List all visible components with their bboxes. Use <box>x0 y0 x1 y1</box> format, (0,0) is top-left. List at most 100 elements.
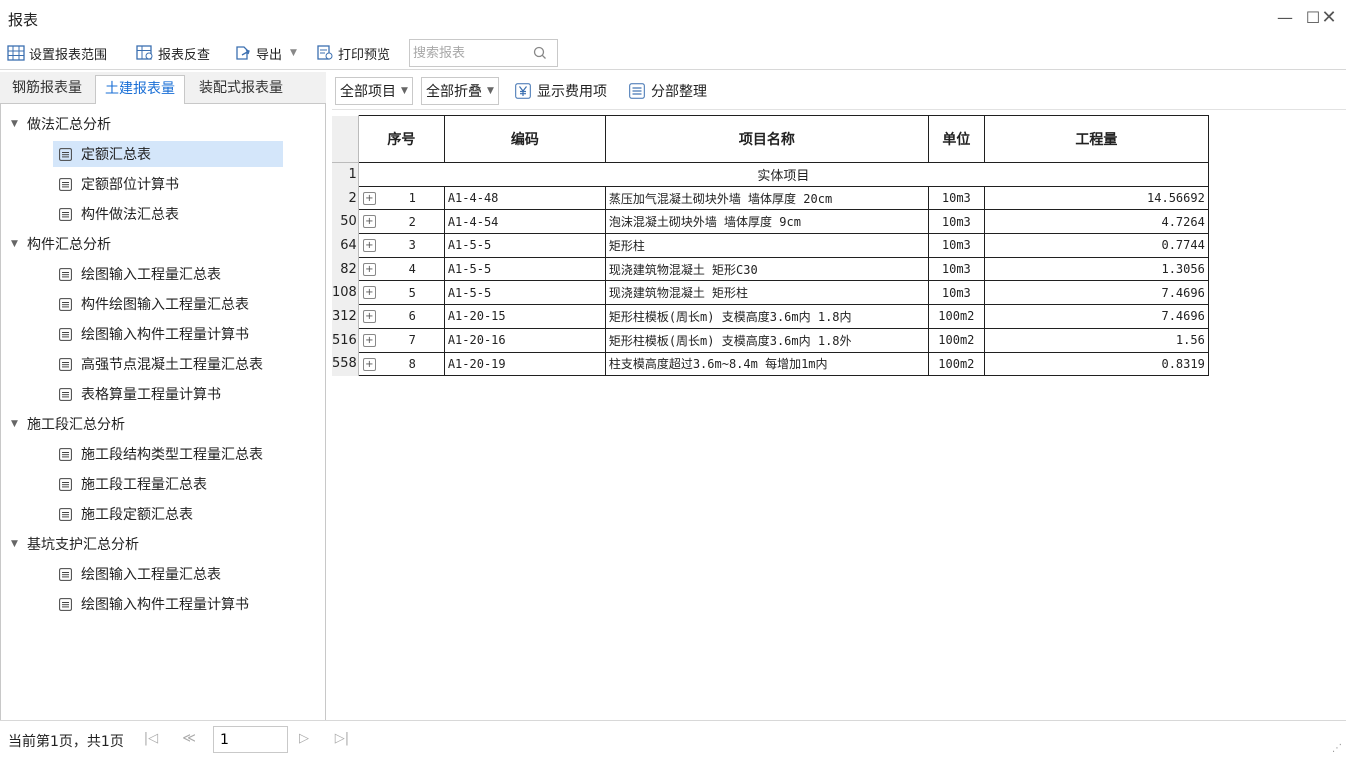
show-fee-button[interactable]: 显示费用项 <box>515 79 607 103</box>
unit-cell[interactable]: 100m2 <box>927 327 985 353</box>
tree-item-quota-summary[interactable]: 定额汇总表 <box>53 141 283 167</box>
close-button[interactable]: ✕ <box>1316 6 1342 30</box>
seq-cell[interactable]: +6 <box>357 304 445 329</box>
tree-group-pit-support-summary[interactable]: ▼ 基坑支护汇总分析 <box>11 532 139 556</box>
code-cell[interactable]: A1-4-48 <box>443 185 606 211</box>
all-items-dropdown[interactable]: 全部项目 ▼ <box>335 77 413 105</box>
seq-cell[interactable]: +8 <box>357 351 445 377</box>
expand-plus-icon[interactable]: + <box>362 262 376 276</box>
name-cell[interactable]: 现浇建筑物混凝土 矩形C30 <box>604 256 929 282</box>
tree-item-table-quantity-calc[interactable]: 表格算量工程量计算书 <box>53 381 283 407</box>
header-quantity[interactable]: 工程量 <box>983 115 1209 163</box>
unit-cell[interactable]: 10m3 <box>927 185 985 211</box>
unit-cell[interactable]: 100m2 <box>927 304 985 329</box>
section-label[interactable]: 实体项目 <box>357 162 1209 187</box>
seq-cell[interactable]: +3 <box>357 233 445 258</box>
name-cell[interactable]: 蒸压加气混凝土砌块外墙 墙体厚度 20cm <box>604 185 929 211</box>
quantity-cell[interactable]: 1.56 <box>983 327 1209 353</box>
name-cell[interactable]: 现浇建筑物混凝土 矩形柱 <box>604 280 929 306</box>
caret-down-icon[interactable]: ▼ <box>11 419 21 429</box>
tree-item-drawing-quantity-summary[interactable]: 绘图输入工程量汇总表 <box>53 261 283 287</box>
code-cell[interactable]: A1-5-5 <box>443 280 606 306</box>
seq-cell[interactable]: +7 <box>357 327 445 353</box>
tree-item-quota-position-calc[interactable]: 定额部位计算书 <box>53 171 283 197</box>
reverse-check-button[interactable]: 报表反查 <box>136 41 210 65</box>
next-page-icon[interactable]: ▷ <box>296 730 312 748</box>
tree-group-construction-stage-summary[interactable]: ▼ 施工段汇总分析 <box>11 412 125 436</box>
quantity-cell[interactable]: 0.7744 <box>983 233 1209 258</box>
table-row[interactable]: 312 +6 A1-20-15 矩形柱模板(周长m) 支模高度3.6m内 1.8… <box>332 304 1209 329</box>
tree-item-component-drawing-summary[interactable]: 构件绘图输入工程量汇总表 <box>53 291 283 317</box>
tree-item-pit-drawing-component-calc[interactable]: 绘图输入构件工程量计算书 <box>53 591 283 617</box>
header-name[interactable]: 项目名称 <box>604 115 929 163</box>
tree-item-high-strength-node-summary[interactable]: 高强节点混凝土工程量汇总表 <box>53 351 283 377</box>
code-cell[interactable]: A1-20-15 <box>443 304 606 329</box>
code-cell[interactable]: A1-20-16 <box>443 327 606 353</box>
quantity-cell[interactable]: 7.4696 <box>983 304 1209 329</box>
header-code[interactable]: 编码 <box>443 115 606 163</box>
tree-item-stage-quota-summary[interactable]: 施工段定额汇总表 <box>53 501 283 527</box>
print-preview-button[interactable]: 打印预览 <box>316 41 390 65</box>
tree-item-stage-quantity-summary[interactable]: 施工段工程量汇总表 <box>53 471 283 497</box>
caret-down-icon[interactable]: ▼ <box>11 239 21 249</box>
expand-plus-icon[interactable]: + <box>362 357 376 371</box>
table-row[interactable]: 516 +7 A1-20-16 矩形柱模板(周长m) 支模高度3.6m内 1.8… <box>332 327 1209 353</box>
table-row[interactable]: 2 +1 A1-4-48 蒸压加气混凝土砌块外墙 墙体厚度 20cm 10m3 … <box>332 185 1209 211</box>
name-cell[interactable]: 矩形柱 <box>604 233 929 258</box>
caret-down-icon[interactable]: ▼ <box>11 539 21 549</box>
first-page-icon[interactable]: |◁ <box>143 730 159 748</box>
table-row[interactable]: 50 +2 A1-4-54 泡沫混凝土砌块外墙 墙体厚度 9cm 10m3 4.… <box>332 209 1209 235</box>
minimize-button[interactable]: — <box>1272 6 1298 30</box>
seq-cell[interactable]: +1 <box>357 185 445 211</box>
header-seq[interactable]: 序号 <box>357 115 445 163</box>
tree-item-component-method-summary[interactable]: 构件做法汇总表 <box>53 201 283 227</box>
name-cell[interactable]: 柱支模高度超过3.6m~8.4m 每增加1m内 <box>604 351 929 377</box>
seq-cell[interactable]: +4 <box>357 256 445 282</box>
expand-plus-icon[interactable]: + <box>362 239 376 253</box>
tree-item-drawing-component-calc[interactable]: 绘图输入构件工程量计算书 <box>53 321 283 347</box>
table-row[interactable]: 558 +8 A1-20-19 柱支模高度超过3.6m~8.4m 每增加1m内 … <box>332 351 1209 377</box>
prev-page-icon[interactable]: ≪ <box>181 730 197 748</box>
name-cell[interactable]: 泡沫混凝土砌块外墙 墙体厚度 9cm <box>604 209 929 235</box>
section-sort-button[interactable]: 分部整理 <box>629 79 707 103</box>
quantity-cell[interactable]: 14.56692 <box>983 185 1209 211</box>
quantity-cell[interactable]: 4.7264 <box>983 209 1209 235</box>
unit-cell[interactable]: 10m3 <box>927 280 985 306</box>
collapse-dropdown[interactable]: 全部折叠 ▼ <box>421 77 499 105</box>
unit-cell[interactable]: 10m3 <box>927 209 985 235</box>
tree-item-pit-drawing-quantity-summary[interactable]: 绘图输入工程量汇总表 <box>53 561 283 587</box>
set-range-button[interactable]: 设置报表范围 <box>7 41 107 65</box>
tab-rebar-report[interactable]: 钢筋报表量 <box>2 75 92 104</box>
tree-group-component-summary[interactable]: ▼ 构件汇总分析 <box>11 232 111 256</box>
seq-cell[interactable]: +2 <box>357 209 445 235</box>
search-icon[interactable] <box>533 46 547 60</box>
header-unit[interactable]: 单位 <box>927 115 985 163</box>
unit-cell[interactable]: 10m3 <box>927 233 985 258</box>
quantity-cell[interactable]: 1.3056 <box>983 256 1209 282</box>
expand-plus-icon[interactable]: + <box>362 310 376 324</box>
table-row[interactable]: 64 +3 A1-5-5 矩形柱 10m3 0.7744 <box>332 233 1209 258</box>
expand-plus-icon[interactable]: + <box>362 333 376 347</box>
search-input[interactable] <box>413 43 531 63</box>
unit-cell[interactable]: 10m3 <box>927 256 985 282</box>
tree-item-stage-structure-type-summary[interactable]: 施工段结构类型工程量汇总表 <box>53 441 283 467</box>
code-cell[interactable]: A1-5-5 <box>443 233 606 258</box>
chevron-down-icon[interactable]: ▼ <box>290 48 297 58</box>
unit-cell[interactable]: 100m2 <box>927 351 985 377</box>
expand-plus-icon[interactable]: + <box>362 286 376 300</box>
quantity-cell[interactable]: 7.4696 <box>983 280 1209 306</box>
name-cell[interactable]: 矩形柱模板(周长m) 支模高度3.6m内 1.8内 <box>604 304 929 329</box>
tab-prefab-report[interactable]: 装配式报表量 <box>187 75 295 104</box>
expand-plus-icon[interactable]: + <box>362 191 376 205</box>
export-button[interactable]: 导出 ▼ <box>234 41 297 65</box>
resize-grip-icon[interactable]: ⋰ <box>1332 743 1342 754</box>
seq-cell[interactable]: +5 <box>357 280 445 306</box>
name-cell[interactable]: 矩形柱模板(周长m) 支模高度3.6m内 1.8外 <box>604 327 929 353</box>
caret-down-icon[interactable]: ▼ <box>11 119 21 129</box>
last-page-icon[interactable]: ▷| <box>334 730 350 748</box>
code-cell[interactable]: A1-20-19 <box>443 351 606 377</box>
expand-plus-icon[interactable]: + <box>362 215 376 229</box>
tree-group-method-summary[interactable]: ▼ 做法汇总分析 <box>11 112 111 136</box>
code-cell[interactable]: A1-5-5 <box>443 256 606 282</box>
table-row[interactable]: 108 +5 A1-5-5 现浇建筑物混凝土 矩形柱 10m3 7.4696 <box>332 280 1209 306</box>
